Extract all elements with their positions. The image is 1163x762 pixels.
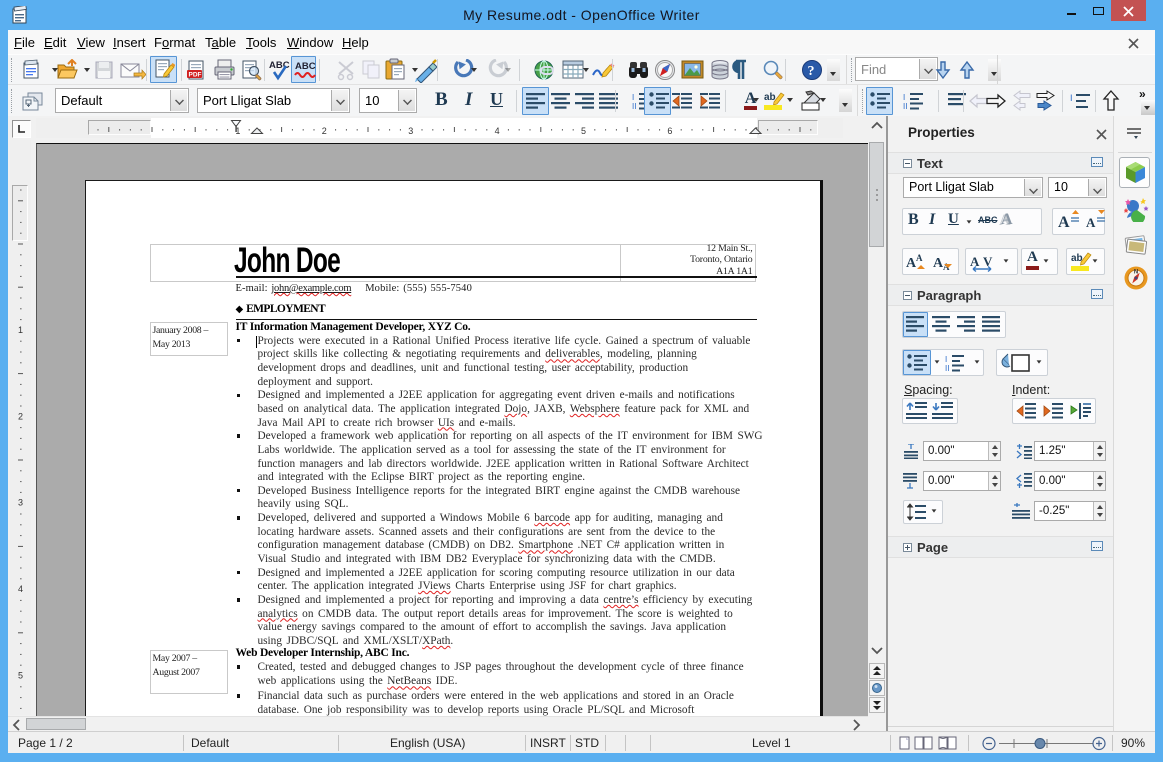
svg-text:5: 5 [18, 671, 23, 681]
svg-text:I: I [1070, 93, 1073, 103]
svg-text:?: ? [808, 64, 815, 79]
svg-text:2: 2 [18, 411, 23, 421]
svg-text:ABC: ABC [269, 60, 290, 71]
svg-text:ab: ab [764, 92, 776, 103]
svg-text:II: II [903, 102, 907, 110]
svg-text:II: II [945, 364, 949, 372]
svg-text:3: 3 [408, 126, 413, 136]
svg-text:I: I [945, 355, 947, 364]
svg-text:I: I [903, 93, 905, 102]
svg-text:PDF: PDF [189, 72, 202, 79]
svg-text:3: 3 [18, 498, 23, 508]
svg-text:A: A [1086, 215, 1096, 230]
svg-text:A: A [1058, 214, 1070, 231]
svg-text:II: II [632, 102, 636, 110]
svg-text:I: I [632, 93, 634, 102]
svg-text:1: 1 [18, 325, 23, 335]
svg-text:2: 2 [322, 126, 327, 136]
svg-text:ABC: ABC [295, 61, 316, 72]
svg-text:4: 4 [18, 584, 23, 594]
svg-text:4: 4 [495, 126, 500, 136]
svg-text:6: 6 [667, 126, 672, 136]
svg-text:A: A [916, 253, 923, 263]
svg-text:5: 5 [581, 126, 586, 136]
